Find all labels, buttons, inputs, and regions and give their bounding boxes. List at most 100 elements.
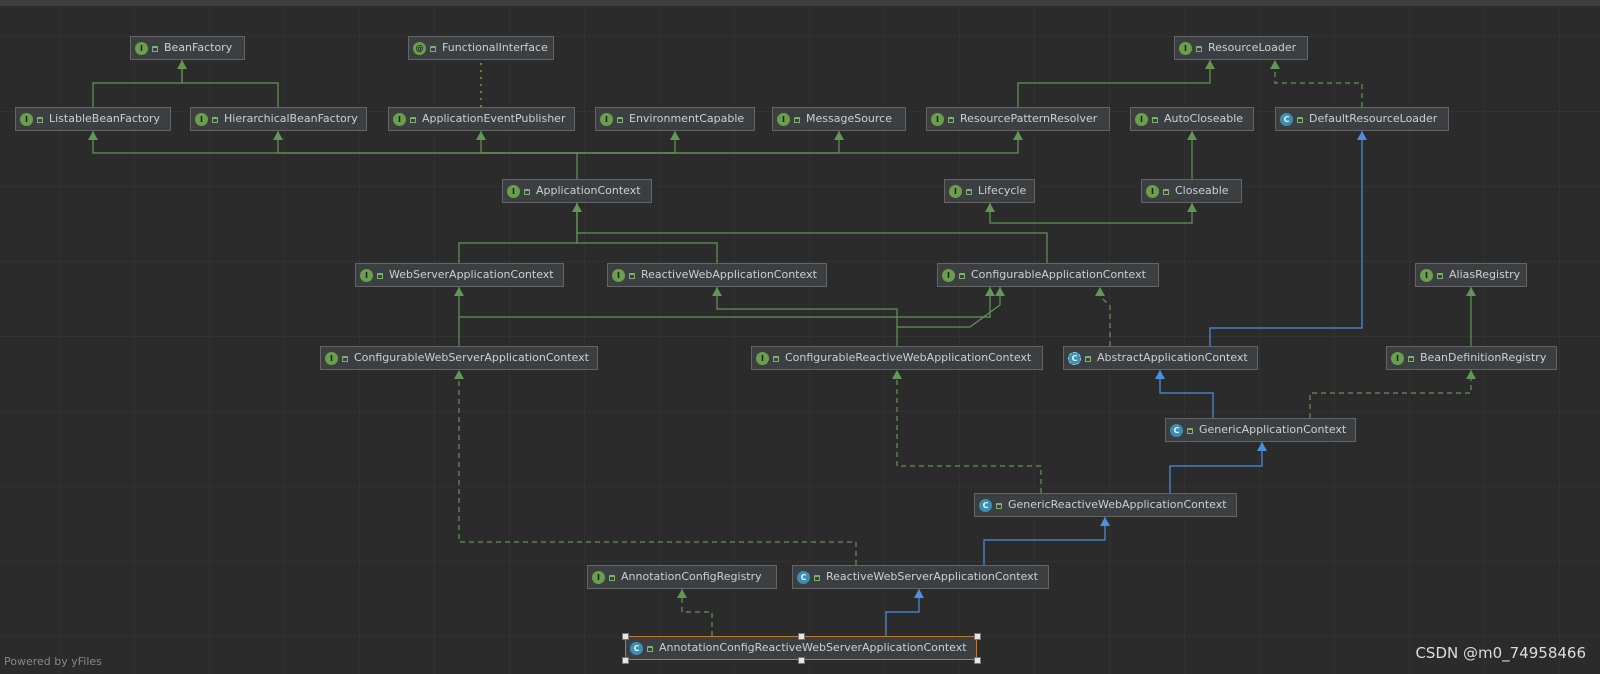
- node-annotation-config-registry[interactable]: I AnnotationConfigRegistry: [587, 565, 777, 589]
- arrowhead: [985, 287, 995, 296]
- public-lock-icon: [647, 646, 653, 652]
- interface-icon: I: [612, 268, 625, 282]
- selection-handle[interactable]: [798, 633, 805, 640]
- csdn-watermark: CSDN @m0_74958466: [1415, 644, 1586, 662]
- node-auto-closeable[interactable]: I AutoCloseable: [1130, 107, 1254, 131]
- node-label: AliasRegistry: [1449, 268, 1521, 281]
- arrowhead: [1257, 442, 1267, 451]
- arrowhead: [1357, 131, 1367, 140]
- arrowhead: [677, 589, 687, 598]
- powered-by-label: Powered by yFiles: [4, 655, 102, 668]
- public-lock-icon: [1085, 356, 1091, 362]
- public-lock-icon: [212, 117, 218, 123]
- node-label: WebServerApplicationContext: [389, 268, 554, 281]
- node-configurable-application-context[interactable]: I ConfigurableApplicationContext: [937, 263, 1159, 287]
- node-abstract-application-context[interactable]: C AbstractApplicationContext: [1063, 346, 1258, 370]
- edge-configurable-application-context-to-closeable: [1047, 203, 1193, 224]
- node-application-event-publisher[interactable]: I ApplicationEventPublisher: [388, 107, 575, 131]
- arrowhead: [454, 287, 464, 296]
- public-lock-icon: [524, 189, 530, 195]
- node-label: FunctionalInterface: [442, 41, 548, 54]
- public-lock-icon: [377, 273, 383, 279]
- selection-handle[interactable]: [622, 633, 629, 640]
- node-label: AnnotationConfigReactiveWebServerApplica…: [659, 641, 967, 654]
- node-functional-interface[interactable]: @ FunctionalInterface: [408, 36, 554, 60]
- node-label: HierarchicalBeanFactory: [224, 112, 358, 125]
- arrowhead: [892, 370, 902, 379]
- arrowhead: [1205, 60, 1215, 69]
- class-icon: C: [1280, 112, 1293, 126]
- interface-icon: I: [1391, 351, 1404, 365]
- node-label: DefaultResourceLoader: [1309, 112, 1438, 125]
- node-configurable-web-server-application-context[interactable]: I ConfigurableWebServerApplicationContext: [320, 346, 598, 370]
- edge-annotation-config-reactive-web-server-application-context-to-annotation-config-registry: [681, 589, 713, 636]
- arrowhead: [1013, 131, 1023, 140]
- diagram-canvas[interactable]: I BeanFactory @ FunctionalInterface I Resourc…: [0, 6, 1600, 674]
- node-label: EnvironmentCapable: [629, 112, 745, 125]
- interface-icon: I: [942, 268, 955, 282]
- public-lock-icon: [152, 46, 158, 52]
- node-default-resource-loader[interactable]: C DefaultResourceLoader: [1275, 107, 1449, 131]
- interface-icon: I: [135, 41, 148, 55]
- selection-handle[interactable]: [798, 657, 805, 664]
- interface-icon: I: [756, 351, 769, 365]
- public-lock-icon: [342, 356, 348, 362]
- interface-icon: I: [20, 112, 33, 126]
- node-label: ResourcePatternResolver: [960, 112, 1098, 125]
- node-web-server-application-context[interactable]: I WebServerApplicationContext: [355, 263, 564, 287]
- class-icon: C: [979, 498, 992, 512]
- node-message-source[interactable]: I MessageSource: [772, 107, 906, 131]
- arrowhead: [914, 589, 924, 598]
- node-generic-reactive-web-application-context[interactable]: C GenericReactiveWebApplicationContext: [974, 493, 1237, 517]
- node-reactive-web-application-context[interactable]: I ReactiveWebApplicationContext: [607, 263, 827, 287]
- class-icon: C: [630, 641, 643, 655]
- interface-icon: I: [1179, 41, 1192, 55]
- edge-reactive-web-server-application-context-to-generic-reactive-web-application-context: [983, 517, 1106, 565]
- edge-configurable-reactive-web-application-context-to-configurable-application-context: [897, 287, 1001, 328]
- public-lock-icon: [1187, 428, 1193, 434]
- node-lifecycle[interactable]: I Lifecycle: [944, 179, 1035, 203]
- arrowhead: [88, 131, 98, 140]
- public-lock-icon: [1152, 117, 1158, 123]
- node-reactive-web-server-application-context[interactable]: C ReactiveWebServerApplicationContext: [792, 565, 1049, 589]
- node-generic-application-context[interactable]: C GenericApplicationContext: [1165, 418, 1356, 442]
- node-bean-definition-registry[interactable]: I BeanDefinitionRegistry: [1386, 346, 1557, 370]
- arrowhead: [1187, 131, 1197, 140]
- node-label: ConfigurableApplicationContext: [971, 268, 1146, 281]
- node-configurable-reactive-web-application-context[interactable]: I ConfigurableReactiveWebApplicationConte…: [751, 346, 1043, 370]
- node-application-context[interactable]: I ApplicationContext: [502, 179, 652, 203]
- selection-handle[interactable]: [974, 657, 981, 664]
- public-lock-icon: [629, 273, 635, 279]
- node-hierarchical-bean-factory[interactable]: I HierarchicalBeanFactory: [190, 107, 367, 131]
- node-resource-pattern-resolver[interactable]: I ResourcePatternResolver: [926, 107, 1110, 131]
- node-label: ReactiveWebServerApplicationContext: [826, 570, 1038, 583]
- edge-configurable-application-context-to-application-context: [576, 203, 1048, 263]
- node-listable-bean-factory[interactable]: I ListableBeanFactory: [15, 107, 171, 131]
- node-closeable[interactable]: I Closeable: [1141, 179, 1242, 203]
- node-alias-registry[interactable]: I AliasRegistry: [1415, 263, 1527, 287]
- selection-handle[interactable]: [974, 633, 981, 640]
- interface-icon: I: [777, 112, 790, 126]
- interface-icon: I: [592, 570, 605, 584]
- class-icon: C: [797, 570, 810, 584]
- arrowhead: [454, 370, 464, 379]
- public-lock-icon: [410, 117, 416, 123]
- arrowhead: [1466, 370, 1476, 379]
- node-environment-capable[interactable]: I EnvironmentCapable: [595, 107, 755, 131]
- public-lock-icon: [794, 117, 800, 123]
- edge-generic-reactive-web-application-context-to-configurable-reactive-web-application-context: [896, 370, 1042, 493]
- interface-icon: I: [1146, 184, 1159, 198]
- node-bean-factory[interactable]: I BeanFactory: [130, 36, 245, 60]
- public-lock-icon: [996, 503, 1002, 509]
- public-lock-icon: [1196, 46, 1202, 52]
- edge-application-context-to-listable-bean-factory: [92, 131, 578, 179]
- interface-icon: I: [600, 112, 613, 126]
- node-resource-loader[interactable]: I ResourceLoader: [1174, 36, 1308, 60]
- node-label: Lifecycle: [978, 184, 1027, 197]
- interface-icon: I: [1420, 268, 1433, 282]
- edge-annotation-config-reactive-web-server-application-context-to-reactive-web-server-application-context: [885, 589, 920, 636]
- edge-web-server-application-context-to-application-context: [458, 203, 578, 263]
- arrowhead: [1270, 60, 1280, 69]
- selection-handle[interactable]: [622, 657, 629, 664]
- arrowhead: [1155, 370, 1165, 379]
